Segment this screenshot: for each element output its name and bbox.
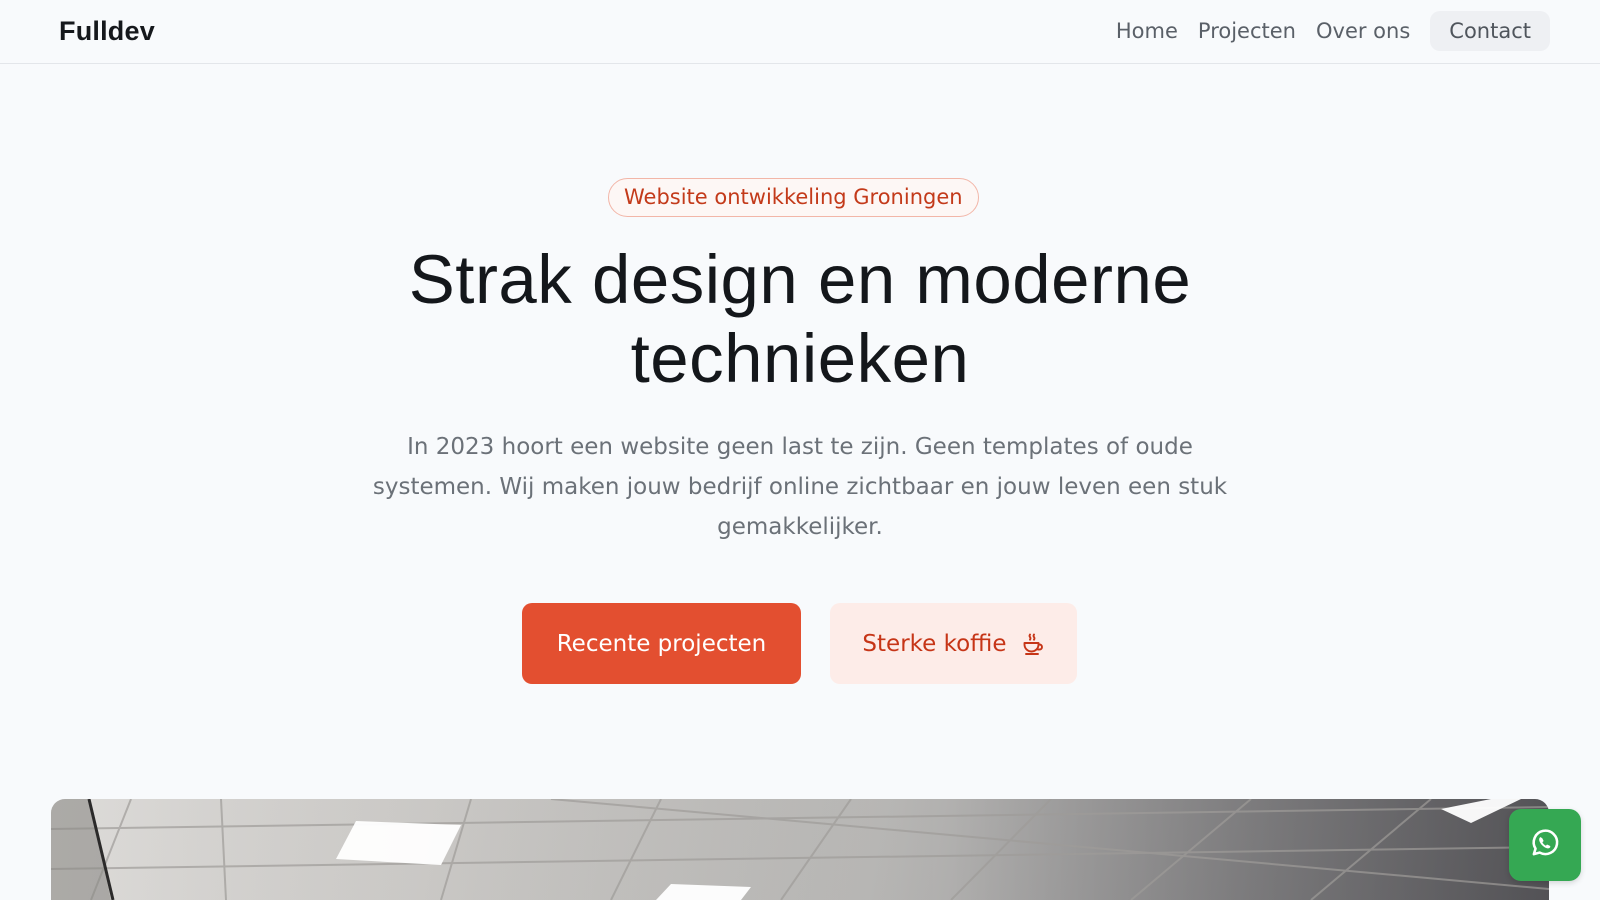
hero-description: In 2023 hoort een website geen last te z… (372, 434, 1228, 540)
whatsapp-button[interactable] (1509, 809, 1581, 881)
hero-title: Strak design en moderne technieken (408, 241, 1192, 397)
recent-projects-button[interactable]: Recente projecten (522, 603, 801, 684)
coffee-cup-icon (1021, 632, 1045, 656)
strong-coffee-button[interactable]: Sterke koffie (830, 603, 1077, 684)
nav-about[interactable]: Over ons (1306, 11, 1420, 51)
nav-projects[interactable]: Projecten (1188, 11, 1306, 51)
nav-contact-button[interactable]: Contact (1430, 11, 1550, 51)
whatsapp-icon (1528, 826, 1562, 864)
recent-projects-label: Recente projecten (556, 630, 767, 657)
nav-home[interactable]: Home (1106, 11, 1188, 51)
logo[interactable]: Fulldev (59, 16, 155, 47)
site-header: Fulldev Home Projecten Over ons Contact (0, 0, 1600, 64)
location-badge: Website ontwikkeling Groningen (608, 178, 979, 217)
office-ceiling-image (51, 799, 1549, 900)
main-nav: Home Projecten Over ons Contact (1106, 11, 1550, 51)
strong-coffee-label: Sterke koffie (862, 630, 1007, 657)
